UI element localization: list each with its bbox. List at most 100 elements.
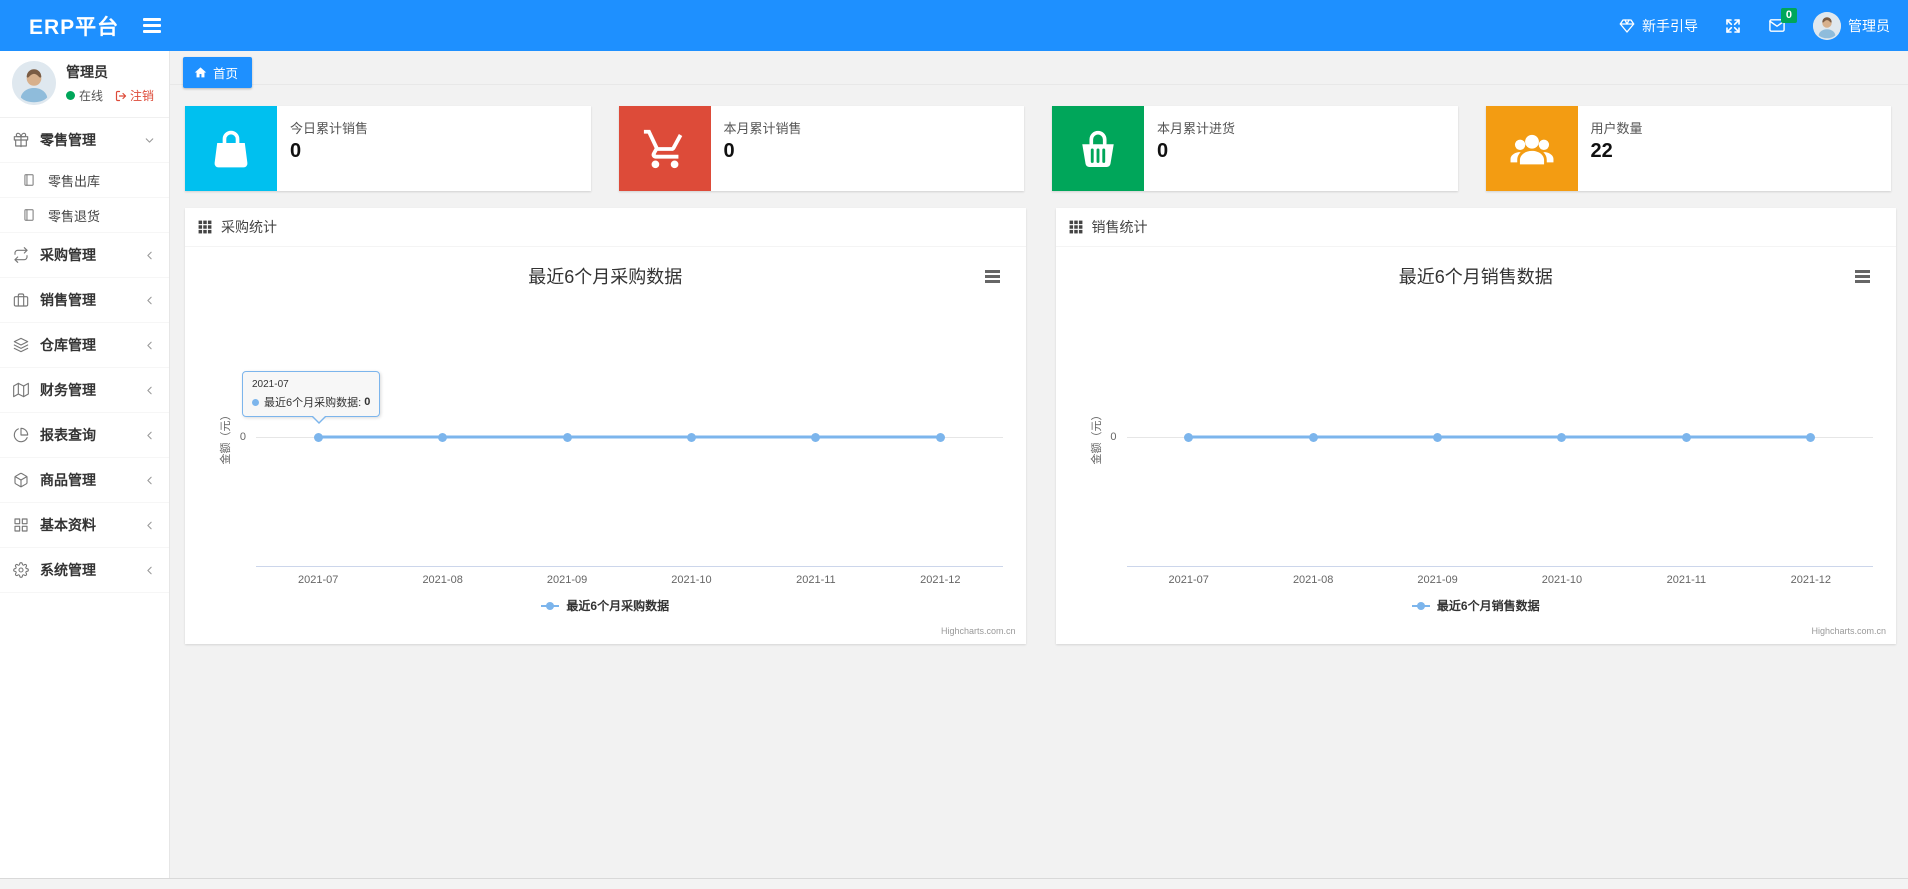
series-marker[interactable]: [1557, 432, 1567, 442]
x-axis-ticks: 2021-07 2021-08 2021-09 2021-10 2021-11 2021-…: [1127, 574, 1874, 586]
series-marker[interactable]: [1433, 432, 1443, 442]
sidebar-item-label: 销售管理: [40, 292, 96, 308]
series-marker[interactable]: [935, 432, 945, 442]
stat-card-user-count[interactable]: 用户数量 22: [1485, 106, 1891, 191]
home-icon: [194, 66, 207, 79]
series-marker[interactable]: [1308, 432, 1318, 442]
stat-card-month-sales[interactable]: 本月累计销售 0: [618, 106, 1024, 191]
sidebar-item-purchase-mgmt[interactable]: 采购管理: [0, 233, 169, 278]
x-axis-tick-label: 2021-11: [1666, 574, 1707, 586]
layers-icon: [13, 337, 30, 353]
x-axis-tick-label: 2021-07: [298, 574, 339, 586]
logout-button[interactable]: 注销: [115, 87, 154, 104]
x-axis-tick-label: 2021-10: [671, 574, 712, 586]
chevron-left-icon: [143, 519, 156, 532]
highcharts-credit-link[interactable]: Highcharts.com.cn: [1811, 626, 1886, 636]
doc-icon: [22, 173, 39, 187]
legend-item[interactable]: 最近6个月采购数据: [185, 597, 1026, 614]
user-menu[interactable]: 管理员: [1813, 11, 1890, 40]
sidebar-item-retail-return[interactable]: 零售退货: [0, 198, 169, 233]
x-axis-tick-label: 2021-09: [1417, 574, 1458, 586]
series-marker[interactable]: [1681, 432, 1691, 442]
avatar: [12, 61, 56, 105]
chevron-left-icon: [143, 339, 156, 352]
chart-context-menu-button[interactable]: [1852, 265, 1873, 288]
sidebar-item-label: 零售退货: [48, 208, 101, 224]
legend-marker-icon: [1411, 601, 1430, 610]
shopping-basket-icon: [1052, 106, 1144, 191]
chevron-left-icon: [143, 294, 156, 307]
messages-button[interactable]: 0: [1768, 8, 1797, 34]
series-marker[interactable]: [313, 432, 323, 442]
username-label: 管理员: [1848, 17, 1890, 34]
fullscreen-button[interactable]: [1725, 18, 1741, 34]
sidebar-item-sales-mgmt[interactable]: 销售管理: [0, 278, 169, 323]
x-axis-tick-label: 2021-11: [796, 574, 836, 586]
sign-out-icon: [115, 90, 127, 102]
series-marker[interactable]: [1184, 432, 1194, 442]
gem-icon: [1619, 18, 1635, 34]
series-marker[interactable]: [438, 432, 448, 442]
sidebar-item-label: 报表查询: [40, 427, 96, 443]
sidebar-item-goods-mgmt[interactable]: 商品管理: [0, 458, 169, 503]
navbar-right: 新手引导 0 管理员: [1619, 8, 1908, 40]
shopping-cart-icon: [618, 106, 711, 191]
page-footer: [0, 878, 1908, 889]
stat-card-month-purchase[interactable]: 本月累计进货 0: [1052, 106, 1458, 191]
series-marker[interactable]: [1806, 432, 1816, 442]
sidebar-item-retail-outbound[interactable]: 零售出库: [0, 163, 169, 198]
sidebar-item-label: 零售管理: [40, 132, 96, 148]
sidebar-item-base-data[interactable]: 基本资料: [0, 503, 169, 548]
series-marker[interactable]: [686, 432, 696, 442]
sales-stats-panel: 销售统计 最近6个月销售数据 金额（元） 0 2021-07 2021-08 202…: [1055, 208, 1897, 644]
sidebar-toggle-button[interactable]: [133, 7, 171, 44]
sidebar-user-status: 在线 注销: [66, 87, 154, 104]
gift-icon: [13, 132, 30, 148]
chevron-left-icon: [143, 429, 156, 442]
stat-card-body: 本月累计销售 0: [711, 106, 802, 191]
sidebar-item-label: 系统管理: [40, 562, 96, 578]
x-axis-tick-label: 2021-09: [546, 574, 588, 586]
plot-area: [1126, 307, 1873, 567]
series-marker[interactable]: [811, 432, 821, 442]
tooltip-series-dot-icon: [252, 398, 259, 406]
chart-context-menu-button[interactable]: [982, 265, 1003, 288]
series-line: [318, 435, 941, 439]
newbie-guide-button[interactable]: 新手引导: [1619, 16, 1698, 36]
sidebar-item-report-query[interactable]: 报表查询: [0, 413, 169, 458]
brand-logo[interactable]: ERP平台: [29, 11, 119, 41]
legend-marker-icon: [541, 601, 560, 610]
sidebar-user-panel: 管理员 在线 注销: [0, 51, 169, 118]
tab-strip: 首页: [170, 51, 1908, 88]
chevron-left-icon: [143, 564, 156, 577]
series-line: [1188, 435, 1811, 439]
highcharts-credit-link[interactable]: Highcharts.com.cn: [941, 626, 1016, 636]
sidebar-item-label: 零售出库: [48, 173, 101, 189]
hamburger-icon: [143, 18, 162, 21]
x-axis-tick-label: 2021-10: [1541, 574, 1583, 586]
stat-card-body: 用户数量 22: [1578, 106, 1643, 191]
stat-card-today-sales[interactable]: 今日累计销售 0: [185, 106, 591, 191]
sidebar-item-system-mgmt[interactable]: 系统管理: [0, 548, 169, 593]
sidebar-item-label: 基本资料: [40, 517, 96, 533]
sidebar-item-finance-mgmt[interactable]: 财务管理: [0, 368, 169, 413]
x-axis-tick-label: 2021-12: [1790, 574, 1831, 586]
plot-area: [256, 307, 1003, 567]
series-marker[interactable]: [562, 432, 572, 442]
package-icon: [13, 472, 30, 488]
y-axis-tick-label: 0: [239, 431, 246, 443]
sidebar-item-warehouse-mgmt[interactable]: 仓库管理: [0, 323, 169, 368]
tooltip-value: 0: [364, 396, 371, 408]
briefcase-icon: [13, 292, 30, 308]
chart-tooltip: 2021-07 最近6个月采购数据: 0: [242, 371, 381, 424]
purchase-stats-panel: 采购统计 最近6个月采购数据 金额（元） 0 2021-07 2021-08 202…: [185, 208, 1026, 644]
tab-home[interactable]: 首页: [183, 57, 253, 88]
stat-card-body: 本月累计进货 0: [1144, 106, 1235, 191]
legend-item[interactable]: 最近6个月销售数据: [1056, 597, 1897, 614]
grid-icon: [13, 517, 30, 533]
pie-chart-icon: [13, 427, 30, 443]
panel-header: 销售统计: [1055, 208, 1896, 247]
chevron-left-icon: [143, 249, 156, 262]
sidebar-item-retail-mgmt[interactable]: 零售管理: [0, 118, 169, 163]
x-axis-tick-label: 2021-08: [1292, 574, 1334, 586]
